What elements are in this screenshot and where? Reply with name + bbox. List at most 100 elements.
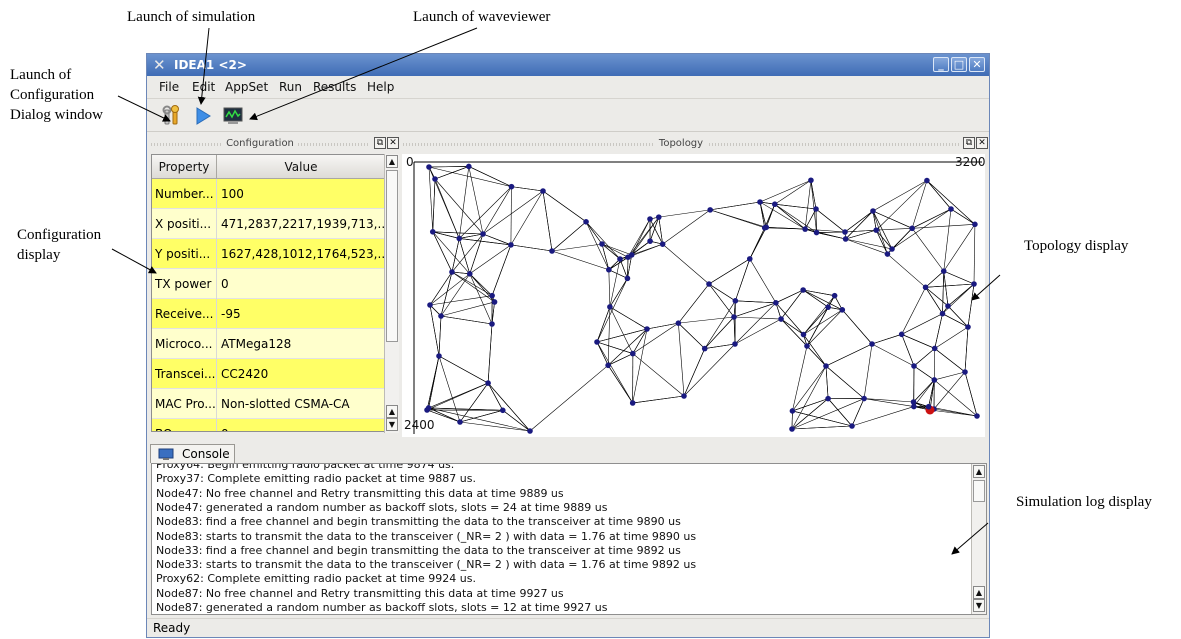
topology-node[interactable] [625,254,631,260]
config-row[interactable]: X positi... 471,2837,2217,1939,713,... [152,209,386,239]
topology-close-button[interactable]: ✕ [976,137,988,149]
topology-node[interactable] [732,341,738,347]
topology-node[interactable] [939,310,946,317]
topology-node[interactable] [789,408,796,414]
topology-node[interactable] [898,331,905,338]
topology-node[interactable] [974,413,980,419]
topology-canvas[interactable]: 0 3200 2400 [402,154,986,437]
topology-node[interactable] [825,304,831,310]
topology-node[interactable] [605,362,611,369]
topology-float-button[interactable]: ⧉ [963,137,975,149]
console-log[interactable]: Proxy64: Begin emitting radio packet at … [151,463,987,615]
topology-node[interactable] [681,393,687,399]
topology-node[interactable] [629,400,636,406]
topology-node[interactable] [549,248,555,254]
config-row[interactable]: TX power 0 [152,269,386,299]
menu-appset[interactable]: AppSet [225,80,268,94]
topology-node[interactable] [457,419,463,425]
topology-node[interactable] [425,405,432,411]
scroll-up-arrow[interactable]: ▲ [386,155,398,168]
config-value-cell[interactable]: 471,2837,2217,1939,713,... [217,209,386,239]
topology-node[interactable] [659,241,666,247]
topology-node[interactable] [800,287,806,293]
topology-node[interactable] [972,221,978,228]
config-row[interactable]: Number... 100 [152,179,386,209]
topology-node[interactable] [778,316,784,322]
topology-node[interactable] [630,350,636,357]
topology-node[interactable] [873,227,880,233]
topology-node[interactable] [757,199,763,205]
menu-run[interactable]: Run [279,80,302,94]
topology-node[interactable] [870,208,876,214]
configuration-float-button[interactable]: ⧉ [374,137,386,149]
console-scroll-thumb[interactable] [973,480,985,502]
config-value-cell[interactable]: 1627,428,1012,1764,523,... [217,239,386,269]
config-row[interactable]: Y positi... 1627,428,1012,1764,523,... [152,239,386,269]
topology-node[interactable] [489,321,495,327]
topology-node[interactable] [869,341,875,347]
topology-node[interactable] [962,369,968,375]
play-icon[interactable] [192,105,214,127]
topology-node[interactable] [456,235,463,242]
topology-node[interactable] [644,326,650,332]
topology-node[interactable] [849,423,855,429]
console-scroll-up-arrow-lower[interactable]: ▲ [973,586,985,599]
config-row[interactable]: Microco... ATMega128 [152,329,386,359]
topology-node[interactable] [802,226,808,232]
topology-node[interactable] [931,377,938,383]
topology-node[interactable] [842,236,849,242]
configuration-close-button[interactable]: ✕ [387,137,399,149]
topology-node[interactable] [789,426,795,432]
scroll-up-arrow-lower[interactable]: ▲ [386,405,398,418]
topology-node[interactable] [808,177,814,184]
topology-node[interactable] [706,281,712,287]
topology-node[interactable] [731,314,737,320]
scroll-down-arrow[interactable]: ▼ [386,418,398,431]
config-value-cell[interactable]: 0 [217,419,386,431]
configuration-dialog-icon[interactable] [162,105,184,127]
scroll-thumb[interactable] [386,170,398,342]
topology-node[interactable] [909,225,915,232]
topology-node[interactable] [732,298,739,304]
topology-node[interactable] [436,353,442,359]
topology-node[interactable] [804,343,810,349]
config-row[interactable]: BO0 [152,419,386,431]
menu-edit[interactable]: Edit [192,80,215,94]
topology-node[interactable] [583,218,589,225]
config-value-cell[interactable]: Non-slotted CSMA-CA [217,389,386,419]
topology-node[interactable] [429,228,436,235]
console-scroll-down-arrow[interactable]: ▼ [973,599,985,612]
topology-node[interactable] [426,164,432,170]
topology-node[interactable] [911,363,917,369]
topology-node[interactable] [940,268,947,274]
topology-node[interactable] [861,395,867,402]
topology-node[interactable] [508,183,515,190]
topology-node[interactable] [772,201,778,208]
topology-node[interactable] [594,339,600,345]
topology-node[interactable] [965,324,971,330]
topology-node[interactable] [945,303,951,309]
topology-node[interactable] [675,320,682,326]
topology-node[interactable] [438,313,444,319]
topology-node[interactable] [624,275,631,282]
topology-node[interactable] [449,269,455,275]
topology-node[interactable] [746,256,753,262]
menu-file[interactable]: File [159,80,179,94]
topology-node[interactable] [607,304,613,310]
topology-node[interactable] [485,380,491,386]
config-value-cell[interactable]: 100 [217,179,386,209]
config-row[interactable]: Transcei... CC2420 [152,359,386,389]
configuration-scrollbar[interactable]: ▲ ▲ ▼ [384,154,399,433]
topology-node[interactable] [839,307,846,313]
maximize-button[interactable]: □ [951,57,967,72]
console-scrollbar[interactable]: ▲ ▲ ▼ [971,464,986,614]
topology-node[interactable] [647,216,653,222]
config-value-cell[interactable]: CC2420 [217,359,386,389]
topology-node[interactable] [480,231,486,237]
topology-node[interactable] [763,224,770,231]
column-header-property[interactable]: Property [152,155,217,179]
topology-node[interactable] [922,284,929,291]
topology-node[interactable] [527,428,533,434]
close-button[interactable]: ✕ [969,57,985,72]
topology-node[interactable] [427,302,433,308]
